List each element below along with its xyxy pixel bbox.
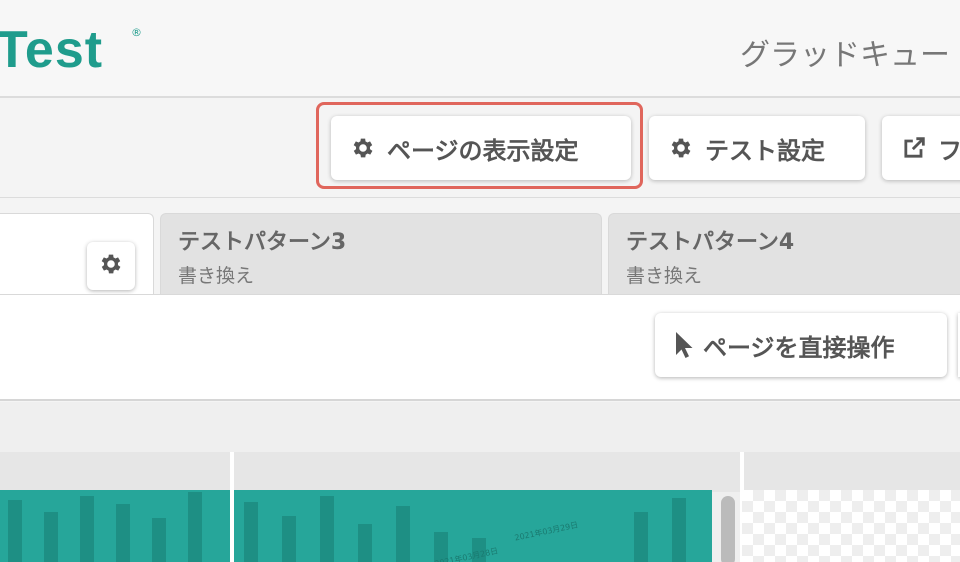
external-link-icon — [900, 134, 928, 162]
cursor-icon — [673, 330, 695, 360]
tab-test-pattern-4[interactable]: テストパターン4 書き換え — [608, 213, 960, 294]
gear-icon — [98, 251, 124, 281]
thumbnail-bar — [116, 504, 130, 562]
thumbnail-bar — [44, 512, 58, 562]
transparent-preview — [742, 490, 960, 562]
thumbnail-bar — [634, 512, 648, 562]
direct-operation-button[interactable]: ページを直接操作 — [655, 313, 947, 377]
tab-title: テストパターン3 — [178, 230, 347, 255]
app-header: Test ® グラッドキュー — [0, 0, 960, 98]
preview-grid: 2021年03月29日 2021年03月28日 — [0, 402, 960, 562]
page-thumbnail[interactable] — [0, 490, 230, 562]
pattern-tabs: テストパターン3 書き換え テストパターン4 書き換え — [0, 200, 960, 294]
column-header — [234, 452, 740, 492]
thumbnail-bar — [672, 498, 686, 562]
app-title: グラッドキュー — [740, 38, 950, 73]
tab-title: テストパターン4 — [626, 230, 795, 255]
thumbnail-bar — [244, 502, 258, 562]
thumbnail-bar — [396, 506, 410, 562]
tab-subtitle: 書き換え — [178, 265, 255, 287]
thumbnail-bar — [188, 492, 202, 562]
test-settings-label: テスト設定 — [705, 136, 825, 165]
tab-test-pattern-3[interactable]: テストパターン3 書き換え — [160, 213, 602, 294]
pattern-content: ページを直接操作 — [0, 294, 960, 401]
column-header — [0, 452, 230, 492]
test-settings-button[interactable]: テスト設定 — [649, 116, 865, 180]
highlight-frame — [316, 102, 643, 189]
thumbnail-bar — [80, 496, 94, 562]
column-header — [744, 452, 960, 492]
tab-settings-button[interactable] — [87, 242, 135, 290]
scrollbar-thumb[interactable] — [721, 496, 735, 562]
thumbnail-bar — [358, 524, 372, 562]
thumbnail-bar — [282, 516, 296, 562]
thumbnail-bar — [8, 500, 22, 562]
tab-active-pattern[interactable] — [0, 213, 154, 294]
thumbnail-date-text: 2021年03月29日 — [513, 520, 579, 543]
gear-icon — [667, 134, 695, 162]
thumbnail-bar — [320, 496, 334, 562]
open-external-label: フ — [938, 136, 960, 165]
tab-subtitle: 書き換え — [626, 265, 703, 287]
thumbnail-bar — [152, 518, 166, 562]
open-external-button[interactable]: フ — [882, 116, 960, 180]
direct-operation-label: ページを直接操作 — [703, 333, 895, 362]
logo-registered-mark: ® — [131, 26, 142, 39]
logo: Test — [0, 21, 104, 79]
page-thumbnail[interactable]: 2021年03月29日 2021年03月28日 — [234, 490, 712, 562]
